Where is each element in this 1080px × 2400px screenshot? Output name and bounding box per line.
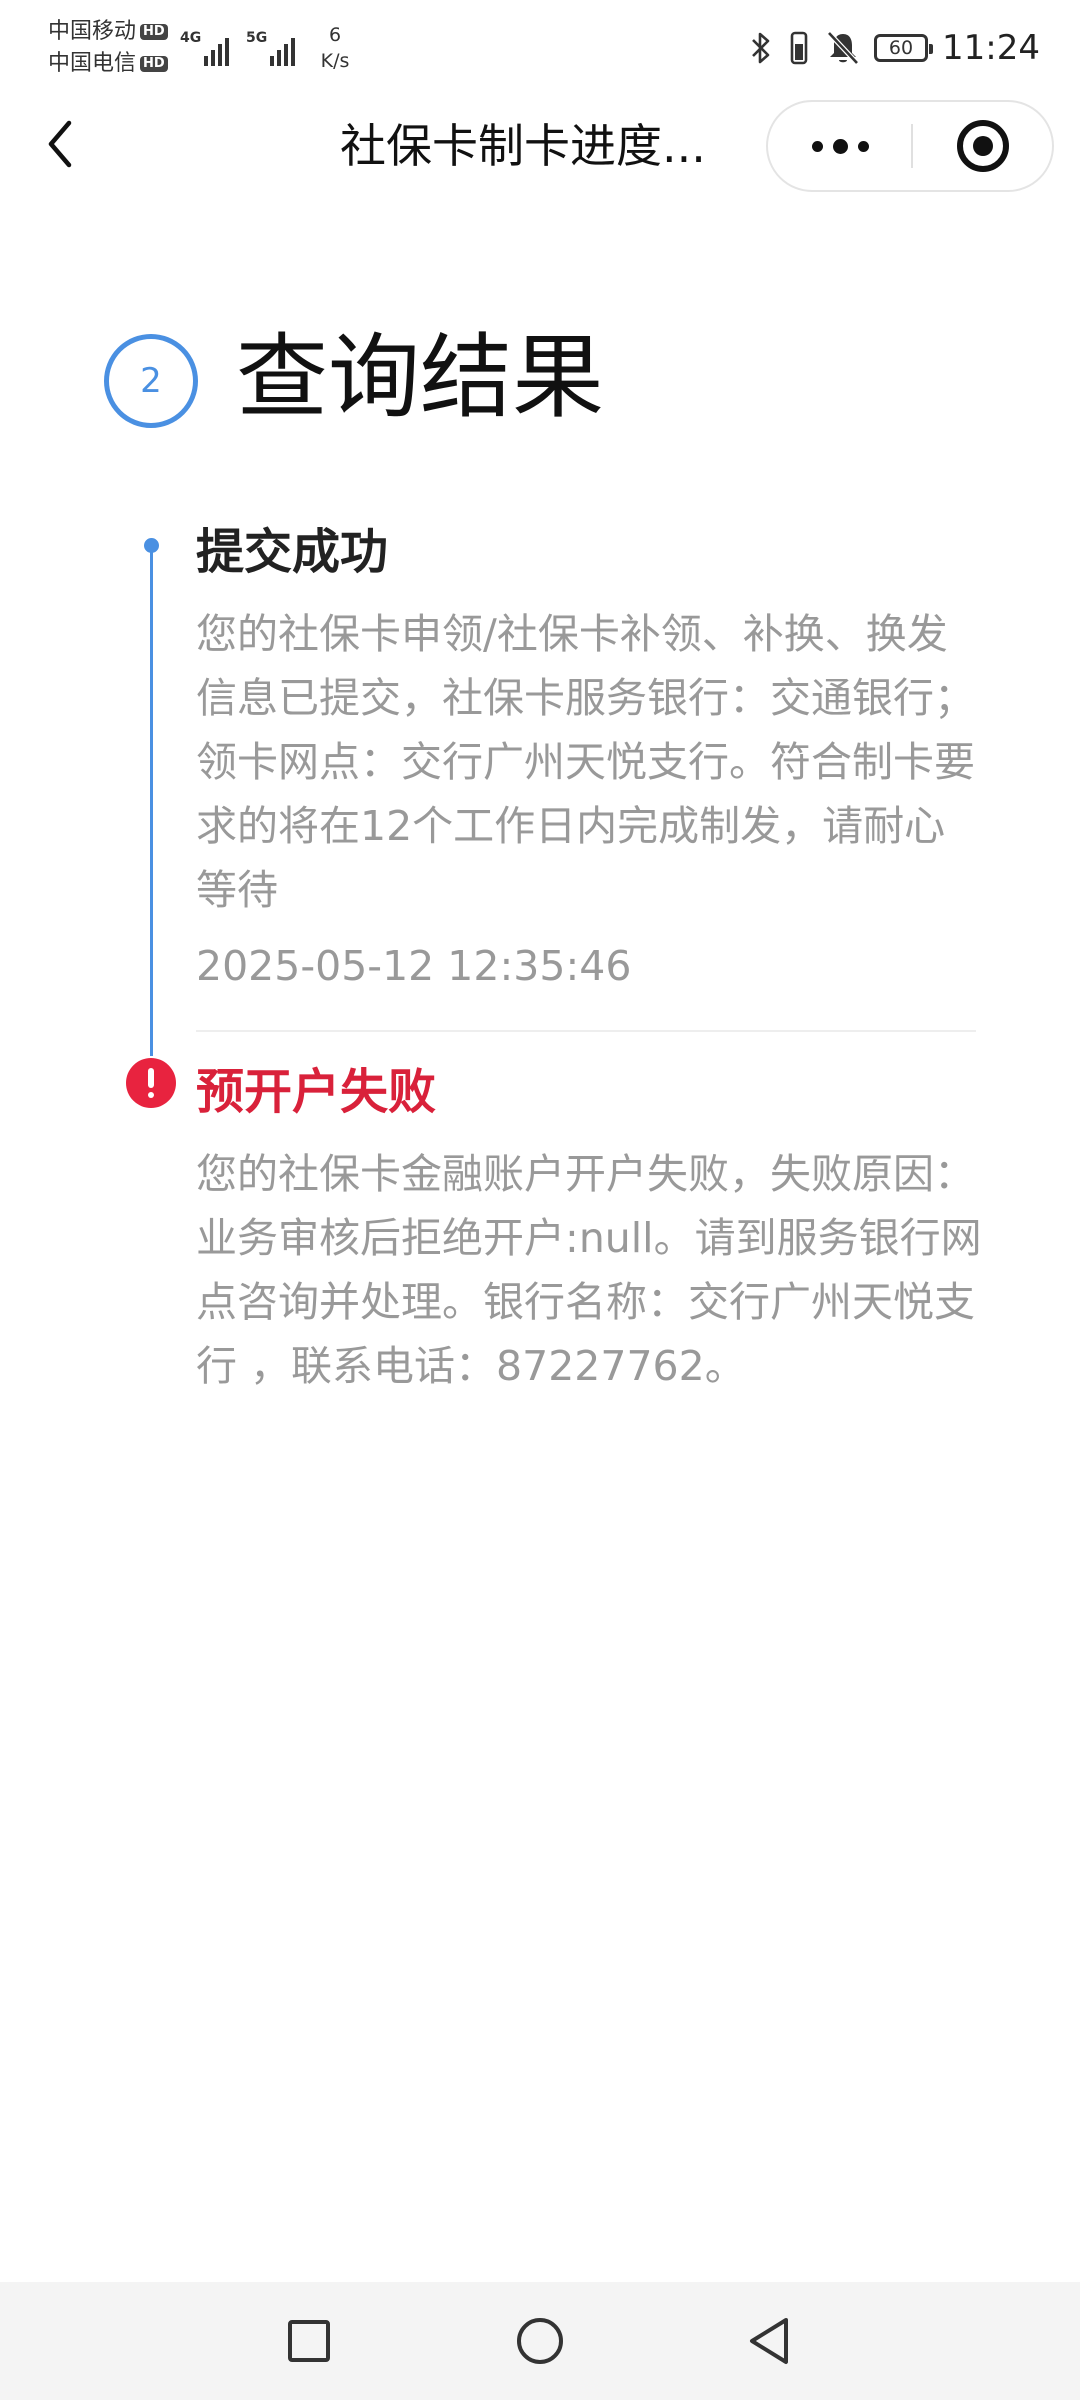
timeline-item-description: 您的社保卡金融账户开户失败，失败原因：业务审核后拒绝开户:null。请到服务银行… bbox=[196, 1150, 982, 1390]
status-icons: 60 11:24 bbox=[750, 26, 1040, 70]
mini-program-capsule bbox=[766, 100, 1054, 192]
status-bar: 中国移动 HD 中国电信 HD 4G 5G 6 K/s 60 11:24 bbox=[0, 0, 1080, 96]
speed-value: 6 bbox=[328, 24, 342, 46]
home-circle-icon bbox=[517, 2318, 563, 2364]
top-nav-bar: 社保卡制卡进度... bbox=[0, 96, 1080, 200]
recent-apps-button[interactable] bbox=[272, 2304, 346, 2378]
section-title: 查询结果 bbox=[236, 324, 605, 431]
clock: 11:24 bbox=[942, 28, 1040, 68]
chevron-left-icon bbox=[48, 120, 72, 168]
more-dots-icon bbox=[832, 138, 848, 154]
more-dots-icon bbox=[811, 140, 823, 152]
close-button[interactable] bbox=[912, 102, 1054, 190]
timeline-item-description: 您的社保卡申领/社保卡补领、补换、换发信息已提交，社保卡服务银行：交通银行；领卡… bbox=[196, 610, 975, 914]
back-button[interactable] bbox=[30, 114, 90, 174]
network-type-label: 4G bbox=[180, 30, 202, 46]
signal-5g: 5G bbox=[246, 26, 296, 66]
recent-apps-square-icon bbox=[288, 2320, 330, 2362]
bluetooth-icon bbox=[752, 32, 770, 64]
timeline-item-title: 预开户失败 bbox=[196, 1064, 437, 1120]
network-type-label: 5G bbox=[246, 30, 268, 46]
timeline-dot bbox=[144, 538, 159, 553]
timeline-item-time: 2025-05-12 12:35:46 bbox=[196, 942, 632, 990]
system-nav-bar bbox=[0, 2282, 1080, 2400]
network-speed: 6 K/s bbox=[312, 22, 358, 74]
timeline-divider bbox=[196, 1030, 976, 1032]
mute-bell-icon bbox=[827, 31, 859, 65]
page-title: 社保卡制卡进度... bbox=[340, 119, 706, 173]
app-screen: 中国移动 HD 中国电信 HD 4G 5G 6 K/s 60 11:24 社保卡… bbox=[0, 0, 1080, 2400]
step-number: 2 bbox=[140, 361, 162, 401]
signal-bars-icon bbox=[204, 32, 230, 66]
signal-bars-icon bbox=[270, 32, 296, 66]
battery-level: 60 bbox=[888, 37, 914, 59]
target-close-icon bbox=[957, 120, 1009, 172]
speed-unit: K/s bbox=[320, 50, 350, 72]
carrier-row: 中国电信 HD bbox=[48, 48, 168, 80]
carrier-row: 中国移动 HD bbox=[48, 16, 168, 48]
back-triangle-icon bbox=[750, 2318, 788, 2364]
carrier-info: 中国移动 HD 中国电信 HD bbox=[48, 16, 168, 80]
system-back-button[interactable] bbox=[732, 2304, 806, 2378]
timeline-line bbox=[150, 544, 153, 1056]
carrier-name: 中国移动 bbox=[48, 19, 137, 44]
more-button[interactable] bbox=[768, 102, 912, 190]
signal-4g: 4G bbox=[180, 26, 230, 66]
carrier-name: 中国电信 bbox=[48, 51, 137, 76]
step-number-badge: 2 bbox=[104, 334, 198, 428]
battery-icon: 60 bbox=[874, 34, 934, 62]
vibrate-icon bbox=[790, 31, 808, 65]
home-button[interactable] bbox=[503, 2304, 577, 2378]
hd-badge: HD bbox=[140, 24, 168, 40]
hd-badge: HD bbox=[140, 56, 168, 72]
more-dots-icon bbox=[857, 140, 869, 152]
timeline-item-title: 提交成功 bbox=[196, 524, 389, 580]
error-icon bbox=[126, 1058, 176, 1108]
